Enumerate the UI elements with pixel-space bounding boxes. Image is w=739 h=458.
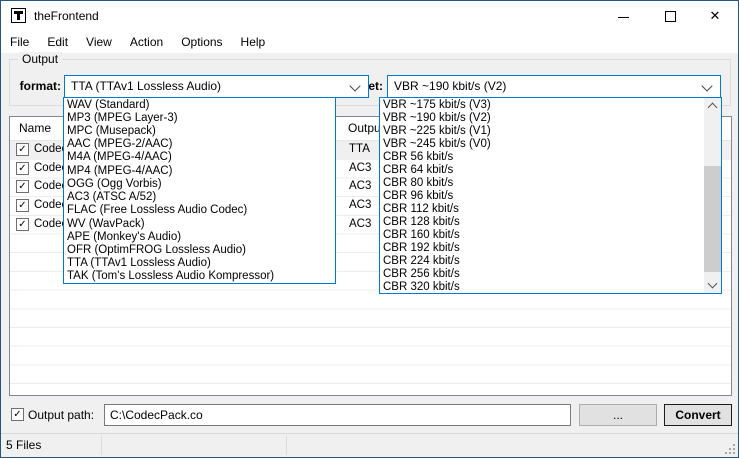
- format-option[interactable]: MP4 (MPEG-4/AAC): [64, 164, 335, 177]
- scroll-up-icon[interactable]: [704, 98, 721, 114]
- menu-bar: File Edit View Action Options Help: [1, 31, 738, 53]
- format-option[interactable]: TAK (Tom's Lossless Audio Kompressor): [64, 270, 335, 283]
- statusbar-divider: [101, 436, 102, 455]
- format-option[interactable]: M4A (MPEG-4/AAC): [64, 151, 335, 164]
- close-icon[interactable]: ✕: [692, 1, 738, 31]
- preset-option[interactable]: VBR ~245 kbit/s (V0): [380, 137, 704, 150]
- menu-item[interactable]: Action: [121, 31, 172, 53]
- preset-option[interactable]: CBR 64 kbit/s: [380, 163, 704, 176]
- file-count-status: 5 Files: [6, 438, 42, 452]
- app-window: theFrontend ✕ File Edit View Action Options H…: [0, 0, 739, 458]
- file-output-format: AC3: [349, 199, 372, 212]
- output-path-value: C:\CodecPack.co: [110, 408, 203, 422]
- status-bar: 5 Files: [1, 433, 738, 457]
- format-option[interactable]: TTA (TTAv1 Lossless Audio): [64, 257, 335, 270]
- preset-option[interactable]: CBR 256 kbit/s: [380, 267, 704, 280]
- format-option[interactable]: AC3 (ATSC A/52): [64, 191, 335, 204]
- row-checkbox[interactable]: ✓: [16, 217, 29, 231]
- check-icon: ✓: [13, 409, 22, 420]
- check-icon: ✓: [18, 181, 27, 193]
- preset-combobox[interactable]: VBR ~190 kbit/s (V2): [387, 75, 721, 98]
- file-output-format: AC3: [349, 180, 372, 193]
- window-title: theFrontend: [34, 9, 99, 23]
- preset-scrollbar[interactable]: [704, 98, 721, 293]
- maximize-icon[interactable]: [646, 1, 692, 31]
- window-controls: ✕: [600, 1, 738, 31]
- file-output-format: TTA: [349, 143, 370, 155]
- output-path-input[interactable]: C:\CodecPack.co: [104, 404, 571, 426]
- format-option[interactable]: APE (Monkey's Audio): [64, 230, 335, 243]
- output-path-label: Output path:: [28, 408, 95, 422]
- preset-option[interactable]: CBR 80 kbit/s: [380, 176, 704, 189]
- preset-option[interactable]: CBR 320 kbit/s: [380, 280, 704, 293]
- format-dropdown-list: WAV (Standard) MP3 (MPEG Layer-3) MPC (Mus…: [63, 97, 336, 284]
- format-combobox-value: TTA (TTAv1 Lossless Audio): [71, 79, 222, 93]
- preset-combobox-value: VBR ~190 kbit/s (V2): [394, 79, 507, 93]
- app-icon: [11, 8, 26, 23]
- check-icon: ✓: [18, 200, 27, 212]
- check-icon: ✓: [18, 144, 27, 155]
- preset-option[interactable]: VBR ~175 kbit/s (V3): [380, 98, 704, 111]
- preset-option[interactable]: VBR ~190 kbit/s (V2): [380, 111, 704, 124]
- format-option[interactable]: WAV (Standard): [64, 98, 335, 111]
- browse-button[interactable]: ...: [579, 404, 657, 426]
- statusbar-divider: [286, 436, 287, 455]
- row-checkbox[interactable]: ✓: [16, 143, 29, 156]
- file-output-format: AC3: [349, 161, 372, 174]
- preset-option[interactable]: VBR ~225 kbit/s (V1): [380, 124, 704, 137]
- column-header-name[interactable]: Name: [19, 117, 51, 140]
- output-group-label: Output: [18, 52, 63, 66]
- preset-option[interactable]: CBR 160 kbit/s: [380, 228, 704, 241]
- format-option[interactable]: AAC (MPEG-2/AAC): [64, 138, 335, 151]
- format-option[interactable]: WV (WavPack): [64, 217, 335, 230]
- format-option[interactable]: MPC (Musepack): [64, 124, 335, 137]
- format-option[interactable]: FLAC (Free Lossless Audio Codec): [64, 204, 335, 217]
- scrollbar-thumb[interactable]: [704, 166, 721, 272]
- menu-item[interactable]: Edit: [38, 31, 77, 53]
- row-checkbox[interactable]: ✓: [16, 199, 29, 213]
- output-path-checkbox[interactable]: ✓: [11, 408, 24, 421]
- format-combobox[interactable]: TTA (TTAv1 Lossless Audio): [64, 75, 369, 98]
- preset-option[interactable]: CBR 192 kbit/s: [380, 241, 704, 254]
- file-output-format: AC3: [349, 217, 372, 230]
- convert-button[interactable]: Convert: [664, 404, 732, 426]
- menu-item[interactable]: Help: [232, 31, 275, 53]
- minimize-icon[interactable]: [600, 1, 646, 31]
- menu-item[interactable]: File: [1, 31, 38, 53]
- scroll-down-icon[interactable]: [704, 277, 721, 293]
- format-label: format:: [19, 79, 61, 93]
- title-bar[interactable]: theFrontend ✕: [1, 1, 738, 31]
- chevron-down-icon: [701, 80, 713, 92]
- chevron-down-icon: [349, 80, 361, 92]
- preset-option[interactable]: CBR 96 kbit/s: [380, 189, 704, 202]
- check-icon: ✓: [18, 162, 27, 174]
- format-option[interactable]: OGG (Ogg Vorbis): [64, 177, 335, 190]
- menu-item[interactable]: View: [77, 31, 121, 53]
- row-checkbox[interactable]: ✓: [16, 161, 29, 175]
- preset-option[interactable]: CBR 128 kbit/s: [380, 215, 704, 228]
- row-checkbox[interactable]: ✓: [16, 180, 29, 194]
- check-icon: ✓: [18, 218, 27, 230]
- format-option[interactable]: MP3 (MPEG Layer-3): [64, 111, 335, 124]
- preset-option[interactable]: CBR 224 kbit/s: [380, 254, 704, 267]
- menu-item[interactable]: Options: [172, 31, 231, 53]
- format-option[interactable]: OFR (OptimFROG Lossless Audio): [64, 243, 335, 256]
- resize-grip-icon[interactable]: [733, 452, 735, 454]
- preset-option[interactable]: CBR 112 kbit/s: [380, 202, 704, 215]
- preset-option[interactable]: CBR 56 kbit/s: [380, 150, 704, 163]
- preset-dropdown-list: VBR ~175 kbit/s (V3) VBR ~190 kbit/s (V2)…: [379, 97, 722, 294]
